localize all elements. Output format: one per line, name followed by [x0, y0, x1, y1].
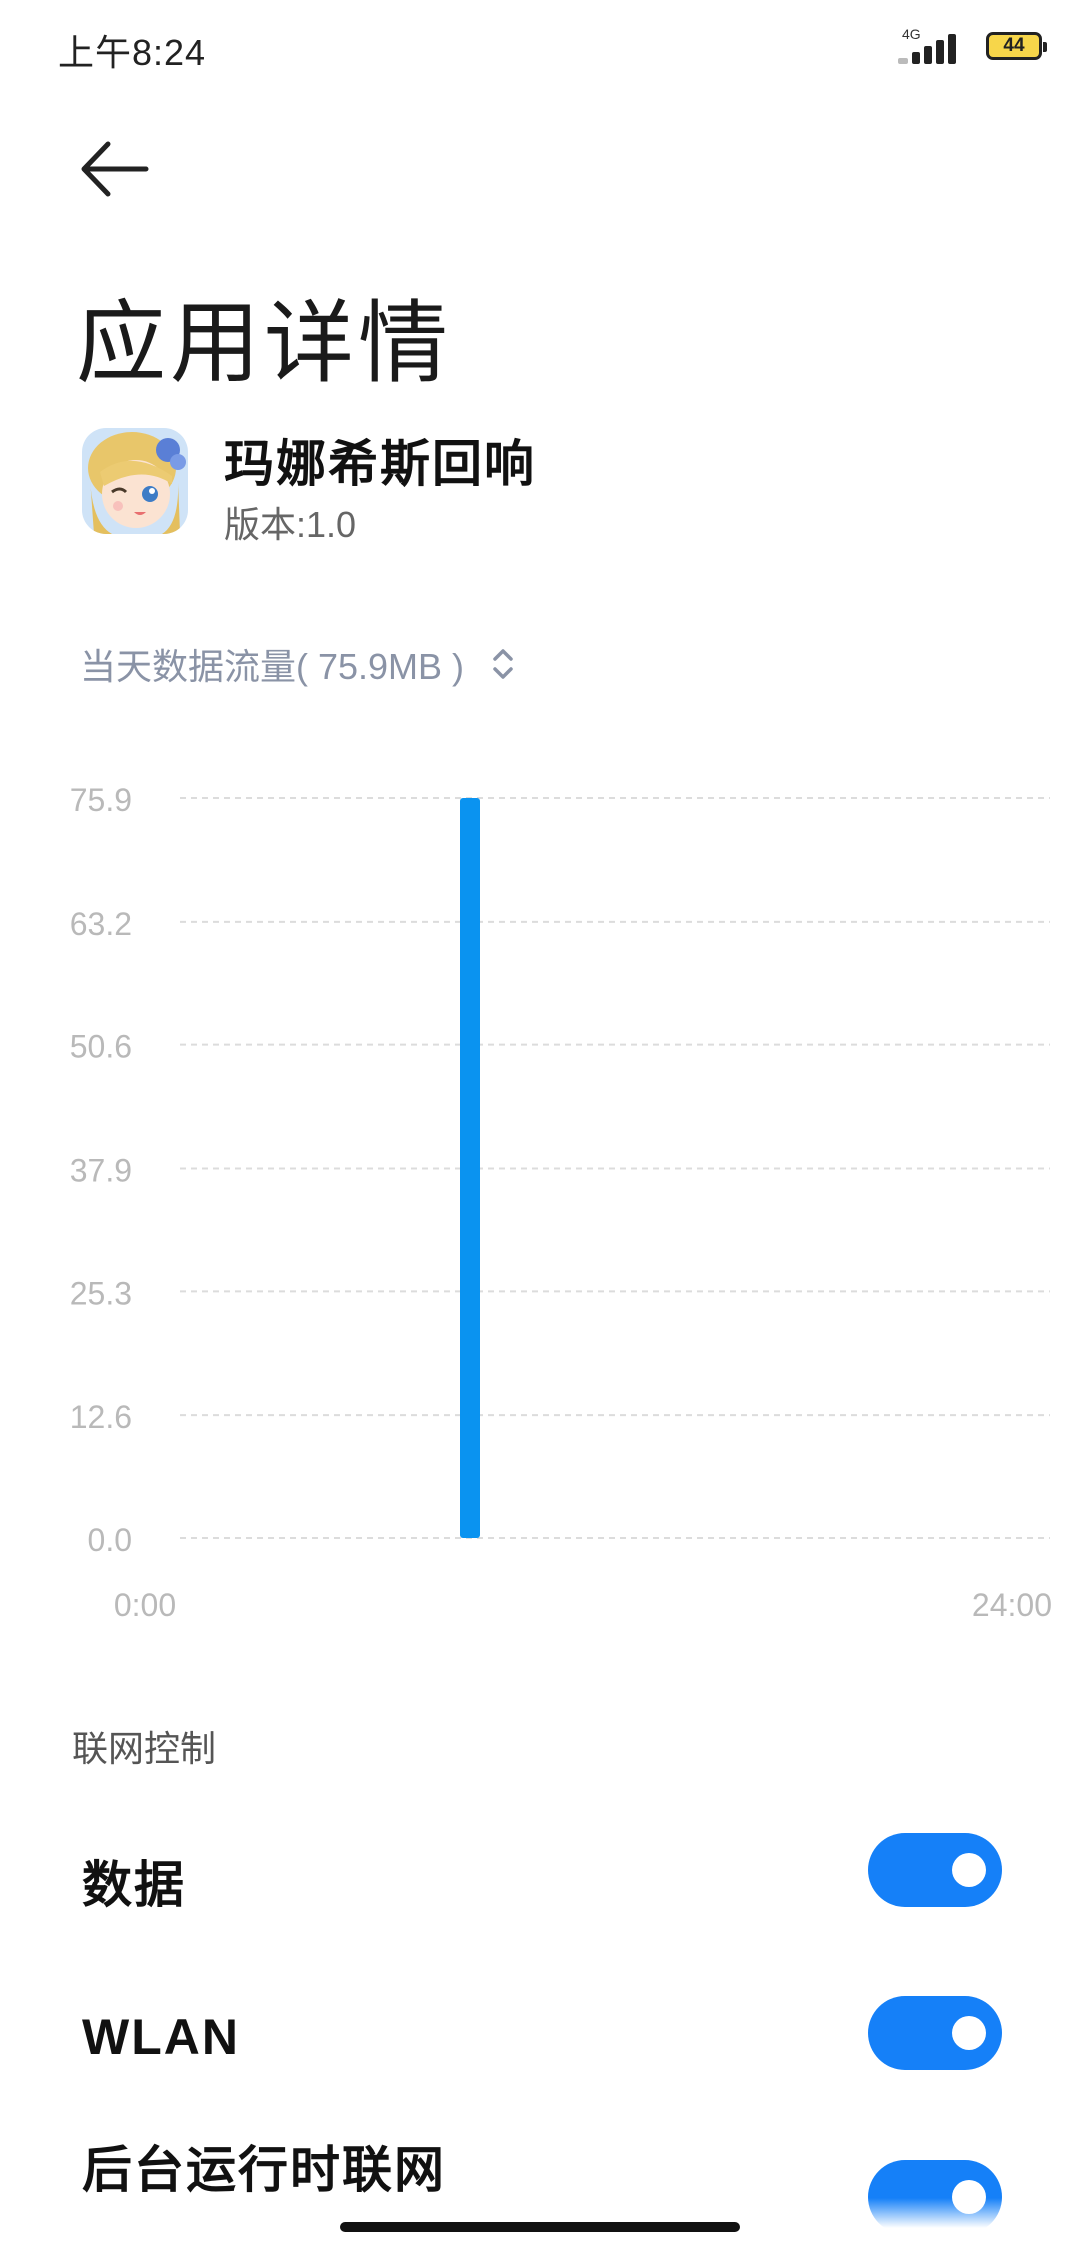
arrow-left-icon: [81, 141, 149, 197]
app-name: 玛娜希斯回响: [224, 436, 536, 492]
status-time: 上午8:24: [58, 32, 207, 73]
y-tick-label: 12.6: [70, 1399, 132, 1435]
toggle-knob: [952, 1853, 986, 1887]
usage-chart: 75.9 63.2 50.6 37.9 25.3 12.6 0.0 0:00 24:00: [70, 782, 1052, 1623]
wlan-toggle[interactable]: [868, 1996, 1002, 2070]
app-icon: [82, 428, 188, 534]
cellular-signal-icon: 4G: [898, 26, 968, 64]
battery-icon: 44: [986, 32, 1047, 60]
y-tick-label: 63.2: [70, 906, 132, 942]
back-button[interactable]: [78, 138, 150, 200]
battery-level: 44: [1003, 35, 1025, 56]
y-tick-label: 75.9: [70, 782, 132, 818]
usage-bar: [460, 798, 480, 1538]
status-icons: 4G 44: [898, 26, 1047, 64]
y-tick-label: 25.3: [70, 1275, 132, 1311]
status-bar: 上午8:24 4G 44: [0, 0, 1080, 100]
y-tick-label: 0.0: [88, 1522, 132, 1558]
page-title: 应用详情: [76, 294, 452, 394]
wlan-row[interactable]: WLAN: [0, 1978, 1080, 2088]
mobile-data-label: 数据: [82, 1857, 186, 1913]
app-version: 版本:1.0: [224, 504, 357, 545]
toggle-knob: [952, 2016, 986, 2050]
y-tick-label: 37.9: [70, 1152, 132, 1188]
network-control-header: 联网控制: [72, 1728, 217, 1769]
background-network-label: 后台运行时联网: [82, 2142, 446, 2198]
x-end-label: 24:00: [972, 1587, 1052, 1623]
home-indicator[interactable]: [340, 2222, 740, 2232]
mobile-data-row[interactable]: 数据: [0, 1815, 1080, 1925]
app-details-screen: 上午8:24 4G 44 应用详情 玛娜希斯回响 版本:1.0 当天数据流量(…: [0, 0, 1080, 2248]
mobile-data-toggle[interactable]: [868, 1833, 1002, 1907]
wlan-label: WLAN: [82, 2009, 240, 2065]
traffic-period-selector[interactable]: 当天数据流量( 75.9MB ): [80, 638, 516, 690]
traffic-selector-label: 当天数据流量( 75.9MB ): [80, 646, 465, 687]
y-tick-label: 50.6: [70, 1029, 132, 1065]
up-down-chevron-icon: [493, 649, 513, 679]
x-start-label: 0:00: [114, 1587, 176, 1623]
